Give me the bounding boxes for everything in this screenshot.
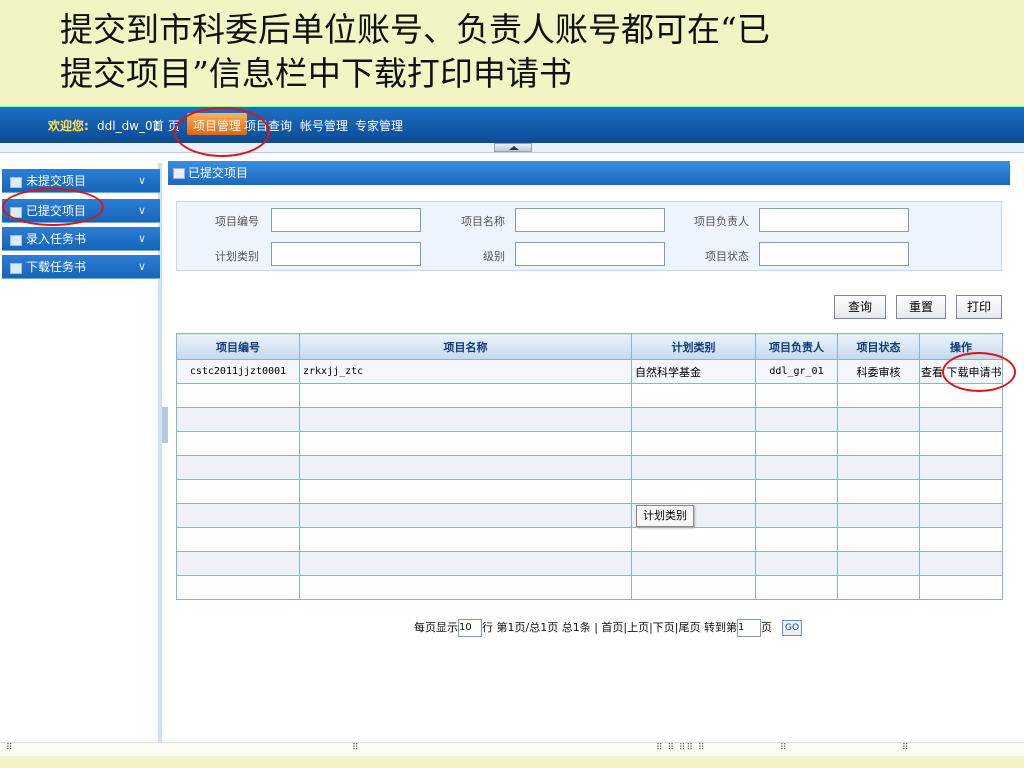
annotation-ring-nav — [174, 107, 270, 157]
table-row — [176, 455, 1003, 480]
welcome-label: 欢迎您: — [48, 119, 89, 133]
project-leader-input[interactable] — [759, 208, 909, 232]
level-input[interactable] — [515, 242, 665, 266]
search-form: 项目编号 项目名称 项目负责人 计划类别 级别 项目状态 — [176, 201, 1002, 271]
table-row[interactable]: cstc2011jjzt0001 zrkxjj_ztc 自然科学基金 ddl_g… — [176, 359, 1003, 384]
panel-title: 已提交项目 — [168, 161, 1010, 185]
sidebar-item-label: 未提交项目 — [26, 174, 87, 188]
table-row — [176, 527, 1003, 552]
cell-project-name: zrkxjj_ztc — [299, 359, 632, 384]
chevron-down-icon: ∨ — [137, 232, 146, 245]
sidebar-item-unsubmitted[interactable]: 未提交项目 ∨ — [2, 169, 160, 193]
cell-project-status: 科委审核 — [837, 359, 920, 384]
status-strip — [0, 742, 1024, 756]
grip-icon: ⠿ — [6, 743, 14, 753]
cell-project-code: cstc2011jjzt0001 — [176, 359, 300, 384]
reset-button[interactable]: 重置 — [896, 295, 946, 319]
sidebar: 未提交项目 ∨ 已提交项目 ∨ 录入任务书 ∨ 下载任务书 ∨ — [0, 163, 162, 747]
table-row — [176, 503, 1003, 528]
sidebar-item-label: 录入任务书 — [26, 232, 87, 246]
chevron-down-icon: ∨ — [137, 260, 146, 273]
caption-line-1: 提交到市科委后单位账号、负责人账号都可在“已 — [60, 10, 770, 49]
label-project-status: 项目状态 — [705, 250, 749, 263]
per-page-input[interactable]: 10 — [458, 619, 482, 637]
table-row — [176, 407, 1003, 432]
cell-plan-category: 自然科学基金 — [631, 359, 756, 384]
grip-icon: ⠿ ⠿ ⠿⠿ ⠿ — [656, 743, 706, 753]
view-link[interactable]: 查看 — [921, 366, 943, 379]
caption-line-2: 提交项目”信息栏中下载打印申请书 — [60, 54, 572, 93]
header-plan-category[interactable]: 计划类别 — [631, 333, 756, 360]
header-project-name[interactable]: 项目名称 — [299, 333, 632, 360]
table-row — [176, 431, 1003, 456]
table-row — [176, 479, 1003, 504]
label-project-leader: 项目负责人 — [694, 215, 749, 228]
project-code-input[interactable] — [271, 208, 421, 232]
sidebar-item-enter-task[interactable]: 录入任务书 ∨ — [2, 227, 160, 251]
nav-account-management[interactable]: 帐号管理 — [300, 117, 348, 134]
label-project-name: 项目名称 — [461, 215, 505, 228]
plan-category-input[interactable] — [271, 242, 421, 266]
top-nav-bar: 欢迎您: ddl_dw_01 首 页 项目管理 项目查询 帐号管理 专家管理 — [0, 107, 1024, 143]
goto-page-input[interactable]: 1 — [737, 619, 762, 637]
label-project-code: 项目编号 — [215, 215, 259, 228]
grip-icon: ⠿ — [352, 743, 360, 753]
header-project-code[interactable]: 项目编号 — [176, 333, 300, 360]
tooltip: 计划类别 — [636, 505, 694, 527]
results-table: 项目编号 项目名称 计划类别 项目负责人 项目状态 操作 cstc2011jjz… — [176, 333, 1003, 600]
collapse-header-toggle[interactable] — [494, 143, 532, 152]
header-project-status[interactable]: 项目状态 — [837, 333, 920, 360]
header-project-leader[interactable]: 项目负责人 — [755, 333, 838, 360]
query-button[interactable]: 查询 — [834, 295, 886, 319]
annotation-ring-download — [942, 352, 1016, 392]
grip-icon: ⠿ — [780, 743, 788, 753]
sidebar-collapse-handle[interactable] — [162, 407, 168, 443]
project-name-input[interactable] — [515, 208, 665, 232]
table-row — [176, 575, 1003, 600]
pager-info: 行 第1页/总1页 总1条 | 首页|上页|下页|尾页 转到第 — [482, 621, 738, 634]
chevron-down-icon: ∨ — [137, 174, 146, 187]
slide-caption: 提交到市科委后单位账号、负责人账号都可在“已 提交项目”信息栏中下载打印申请书 — [60, 8, 1000, 96]
per-page-label: 每页显示 — [414, 621, 458, 634]
table-header-row: 项目编号 项目名称 计划类别 项目负责人 项目状态 操作 — [176, 333, 1003, 360]
grip-icon: ⠿ — [902, 743, 910, 753]
label-plan-category: 计划类别 — [215, 250, 259, 263]
cell-project-leader: ddl_gr_01 — [755, 359, 838, 384]
username: ddl_dw_01 — [97, 119, 161, 133]
nav-expert-management[interactable]: 专家管理 — [355, 117, 403, 134]
print-button[interactable]: 打印 — [956, 295, 1002, 319]
label-level: 级别 — [483, 250, 505, 263]
annotation-ring-sidebar — [2, 188, 104, 226]
sidebar-item-download-task[interactable]: 下载任务书 ∨ — [2, 255, 160, 279]
pagination: 每页显示10 行 第1页/总1页 总1条 | 首页|上页|下页|尾页 转到第1 页 G… — [414, 619, 803, 637]
welcome-text: 欢迎您: ddl_dw_01 — [48, 117, 160, 134]
page-suffix: 页 — [761, 621, 773, 634]
go-button[interactable]: GO — [782, 620, 803, 636]
project-status-input[interactable] — [759, 242, 909, 266]
sidebar-item-label: 下载任务书 — [26, 260, 87, 274]
app-window: 欢迎您: ddl_dw_01 首 页 项目管理 项目查询 帐号管理 专家管理 未… — [0, 106, 1024, 747]
chevron-down-icon: ∨ — [137, 204, 146, 217]
table-row — [176, 383, 1003, 408]
table-row — [176, 551, 1003, 576]
